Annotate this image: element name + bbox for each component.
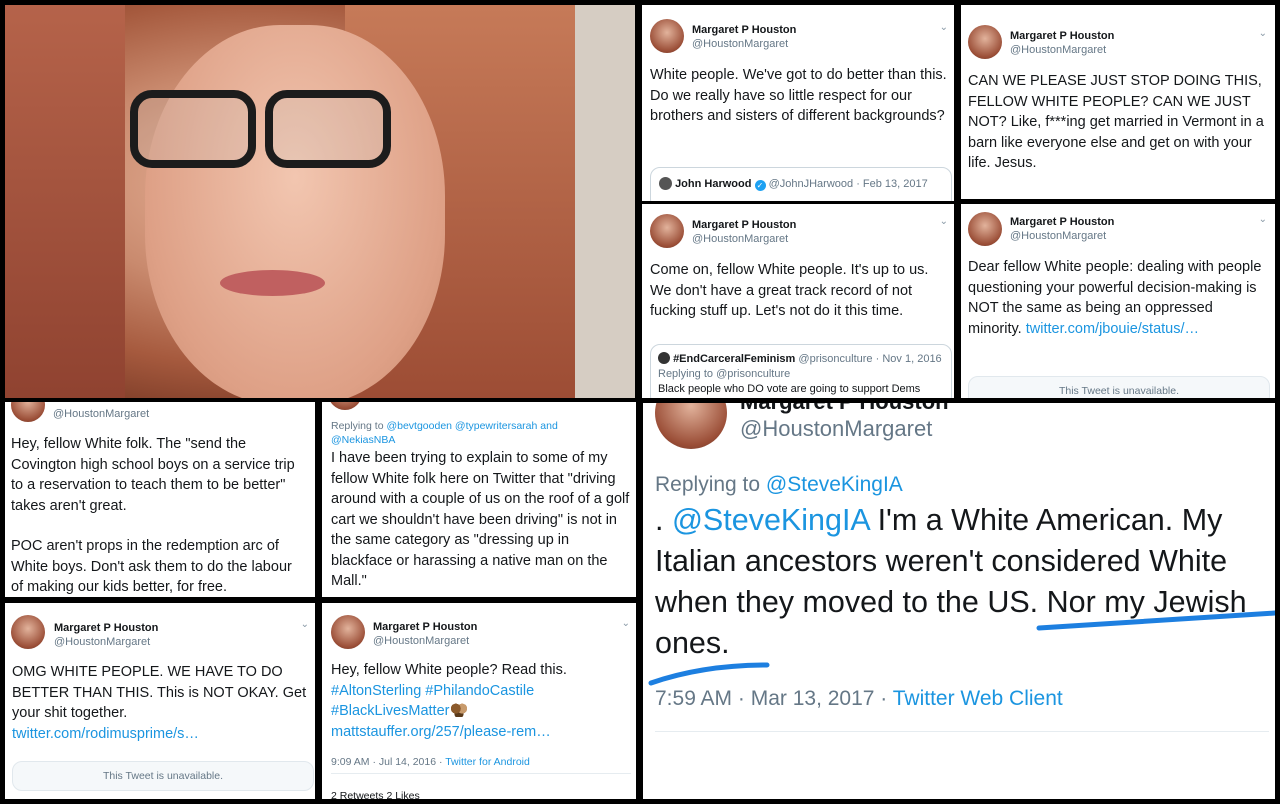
tweet-link[interactable]: mattstauffer.org/257/please-rem…: [331, 722, 621, 743]
chevron-down-icon[interactable]: ⌄: [1259, 28, 1267, 39]
author-handle[interactable]: @HoustonMargaret: [53, 408, 149, 420]
author-handle[interactable]: @HoustonMargaret: [740, 416, 932, 442]
tweet-card[interactable]: Margaret P Houston @HoustonMargaret Repl…: [643, 403, 1275, 799]
quoted-reply-context: Replying to @prisonculture: [658, 368, 791, 380]
quoted-tweet[interactable]: #EndCarceralFeminism @prisonculture · No…: [650, 344, 952, 398]
verified-icon: ✓: [754, 180, 766, 191]
divider: [331, 773, 631, 774]
tweet-text: CAN WE PLEASE JUST STOP DOING THIS, FELL…: [968, 73, 1264, 171]
author-name[interactable]: Margaret P Houston: [1010, 216, 1114, 228]
avatar[interactable]: [331, 615, 365, 649]
reply-context: Replying to @SteveKingIA: [655, 473, 903, 496]
tweet-card[interactable]: Margaret P Houston @HoustonMargaret ⌄ Co…: [642, 204, 954, 398]
quoted-avatar: [659, 177, 672, 190]
tweet-timestamp: 7:59 AM · Mar 13, 2017 · Twitter Web Cli…: [655, 687, 1063, 710]
chevron-down-icon[interactable]: ⌄: [1259, 214, 1267, 225]
divider: [655, 731, 1269, 732]
avatar[interactable]: [968, 212, 1002, 246]
quoted-handle: @JohnJHarwood: [768, 178, 854, 190]
tweet-text: Come on, fellow White people. It's up to…: [650, 262, 929, 319]
author-handle[interactable]: @HoustonMargaret: [54, 636, 150, 648]
engagement-stats[interactable]: 2 Retweets 2 Likes: [331, 790, 420, 799]
tweet-text: Dear fellow White people: dealing with p…: [968, 259, 1262, 337]
author-name[interactable]: Margaret P Houston: [373, 621, 477, 633]
photo-hair-left: [5, 5, 125, 398]
author-handle[interactable]: @HoustonMargaret: [692, 38, 788, 50]
author-handle[interactable]: @HoustonMargaret: [373, 635, 469, 647]
author-name[interactable]: Margaret P Houston: [692, 24, 796, 36]
tweet-text: POC aren't props in the redemption arc o…: [11, 538, 292, 595]
author-name[interactable]: Margaret P Houston: [692, 219, 796, 231]
avatar[interactable]: [11, 615, 45, 649]
tweet-text: OMG WHITE PEOPLE. WE HAVE TO DO BETTER T…: [12, 664, 307, 742]
tweet-card[interactable]: Margaret P Houston @HoustonMargaret ⌄ CA…: [961, 5, 1275, 199]
tweet-text: Hey, fellow White people? Read this. #Al…: [331, 660, 621, 742]
glasses: [130, 90, 391, 168]
quoted-name: John Harwood: [675, 178, 752, 190]
avatar[interactable]: [650, 19, 684, 53]
quoted-name: #EndCarceralFeminism: [673, 353, 796, 365]
avatar[interactable]: [655, 403, 727, 449]
photo-lips: [220, 270, 325, 296]
author-handle[interactable]: @HoustonMargaret: [1010, 230, 1106, 242]
author-name[interactable]: Margaret P Houston: [54, 622, 158, 634]
quoted-text: Black people who DO vote are going to su…: [658, 383, 921, 395]
mention-link[interactable]: @SteveKingIA: [672, 503, 869, 537]
unavailable-notice: This Tweet is unavailable.: [968, 376, 1270, 398]
tweet-text: Hey, fellow White folk. The "send the Co…: [11, 436, 295, 514]
reply-mention[interactable]: @SteveKingIA: [766, 473, 903, 496]
tweet-card[interactable]: Margaret P Houston @HoustonMargaret ⌄ OM…: [5, 603, 315, 799]
hashtags[interactable]: #AltonSterling #PhilandoCastile #BlackLi…: [331, 683, 534, 720]
tweet-card[interactable]: Margaret P Houston @HoustonMargaret ⌄ De…: [961, 204, 1275, 398]
reply-context: Replying to @bevtgooden @typewritersarah…: [331, 420, 558, 446]
avatar[interactable]: [11, 402, 45, 422]
tweet-card[interactable]: Margaret P Houston @HoustonMargaret ⌄ He…: [322, 603, 636, 799]
unavailable-notice: This Tweet is unavailable.: [12, 761, 314, 791]
avatar[interactable]: [968, 25, 1002, 59]
quoted-date: Nov 1, 2016: [882, 353, 942, 365]
avatar[interactable]: [328, 402, 362, 410]
chevron-down-icon[interactable]: ⌄: [940, 22, 948, 33]
tweet-timestamp: 9:09 AM · Jul 14, 2016 · Twitter for And…: [331, 756, 530, 768]
tweet-text: . @SteveKingIA I'm a White American. My …: [655, 503, 1247, 660]
quoted-date: Feb 13, 2017: [862, 178, 928, 190]
client-link[interactable]: Twitter Web Client: [893, 687, 1063, 710]
profile-photo: [5, 5, 635, 398]
client-link[interactable]: Twitter for Android: [445, 756, 530, 768]
tweet-link[interactable]: twitter.com/rodimusprime/s…: [12, 726, 199, 742]
photo-face: [145, 25, 445, 398]
author-name[interactable]: Margaret P Houston: [1010, 30, 1114, 42]
author-handle[interactable]: @HoustonMargaret: [692, 233, 788, 245]
tweet-card[interactable]: Replying to @bevtgooden @typewritersarah…: [322, 402, 636, 597]
quoted-handle: @prisonculture: [798, 353, 873, 365]
author-name[interactable]: Margaret P Houston: [740, 403, 949, 415]
hands-emoji-icon: [451, 703, 468, 717]
author-handle[interactable]: @HoustonMargaret: [1010, 44, 1106, 56]
avatar[interactable]: [650, 214, 684, 248]
tweet-card[interactable]: @HoustonMargaret Hey, fellow White folk.…: [5, 402, 315, 597]
tweet-link[interactable]: twitter.com/jbouie/status/…: [1026, 321, 1199, 337]
tweet-text: I have been trying to explain to some of…: [331, 450, 630, 589]
chevron-down-icon[interactable]: ⌄: [622, 618, 630, 629]
tweet-text: White people. We've got to do better tha…: [650, 67, 947, 124]
chevron-down-icon[interactable]: ⌄: [301, 619, 309, 630]
tweet-card[interactable]: Margaret P Houston @HoustonMargaret ⌄ Wh…: [642, 5, 954, 201]
chevron-down-icon[interactable]: ⌄: [940, 216, 948, 227]
quoted-avatar: [658, 352, 670, 364]
quoted-tweet[interactable]: John Harwood ✓ @JohnJHarwood · Feb 13, 2…: [650, 167, 952, 201]
